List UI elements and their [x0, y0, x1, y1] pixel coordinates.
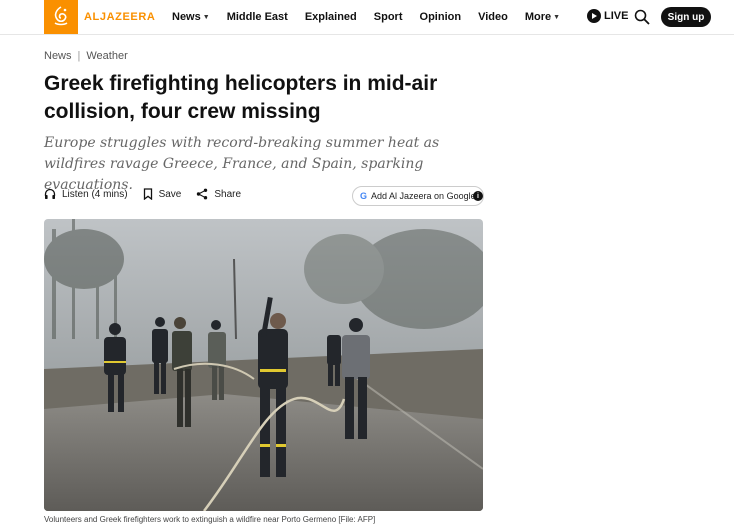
main-nav: News ▼ Middle East Explained Sport Opinio… — [172, 0, 577, 34]
nav-middle-east-label: Middle East — [226, 11, 288, 23]
headphones-icon — [44, 188, 56, 199]
nav-video-label: Video — [478, 11, 508, 23]
nav-video[interactable]: Video — [478, 11, 508, 23]
signup-button[interactable]: Sign up — [661, 7, 711, 27]
nav-news[interactable]: News ▼ — [172, 11, 210, 23]
breadcrumb: News | Weather — [44, 50, 128, 62]
breadcrumb-weather[interactable]: Weather — [86, 50, 127, 62]
chevron-down-icon: ▼ — [553, 13, 561, 21]
live-button[interactable]: LIVE — [587, 9, 628, 23]
add-on-google-button[interactable]: G Add Al Jazeera on Google — [352, 186, 484, 206]
add-on-google-label: Add Al Jazeera on Google — [371, 191, 476, 201]
nav-explained[interactable]: Explained — [305, 11, 357, 23]
nav-opinion-label: Opinion — [419, 11, 462, 23]
share-button[interactable]: Share — [196, 188, 241, 200]
save-button[interactable]: Save — [143, 188, 182, 200]
chevron-down-icon: ▼ — [202, 13, 210, 21]
article-actions: Listen (4 mins) Save Share — [44, 188, 256, 200]
article-title: Greek firefighting helicopters in mid-ai… — [44, 72, 438, 123]
nav-explained-label: Explained — [304, 11, 357, 23]
google-icon: G — [360, 191, 368, 201]
listen-label: Listen (4 mins) — [62, 188, 128, 200]
listen-button[interactable]: Listen (4 mins) — [44, 188, 128, 200]
breadcrumb-separator: | — [77, 50, 81, 62]
nav-opinion[interactable]: Opinion — [420, 11, 462, 23]
share-label: Share — [214, 188, 242, 200]
nav-sport[interactable]: Sport — [374, 11, 403, 23]
site-logo[interactable]: ALJAZEERA — [44, 0, 155, 34]
nav-more[interactable]: More ▼ — [525, 11, 560, 23]
breadcrumb-news[interactable]: News — [44, 50, 72, 62]
logo-text: ALJAZEERA — [84, 11, 156, 23]
image-caption: Volunteers and Greek firefighters work t… — [44, 515, 376, 524]
play-icon — [587, 9, 601, 23]
save-label: Save — [158, 188, 182, 200]
site-header: ALJAZEERA News ▼ Middle East Explained Sp… — [0, 0, 734, 35]
nav-news-label: News — [172, 11, 201, 23]
search-icon[interactable] — [634, 9, 650, 25]
nav-more-label: More — [524, 11, 552, 23]
nav-middle-east[interactable]: Middle East — [227, 11, 288, 23]
aljazeera-logo-icon — [44, 0, 78, 34]
info-icon[interactable]: i — [473, 191, 483, 201]
live-label: LIVE — [604, 10, 629, 22]
article-hero-image — [44, 219, 483, 511]
share-icon — [197, 188, 208, 200]
nav-sport-label: Sport — [373, 11, 403, 23]
bookmark-icon — [143, 188, 152, 200]
